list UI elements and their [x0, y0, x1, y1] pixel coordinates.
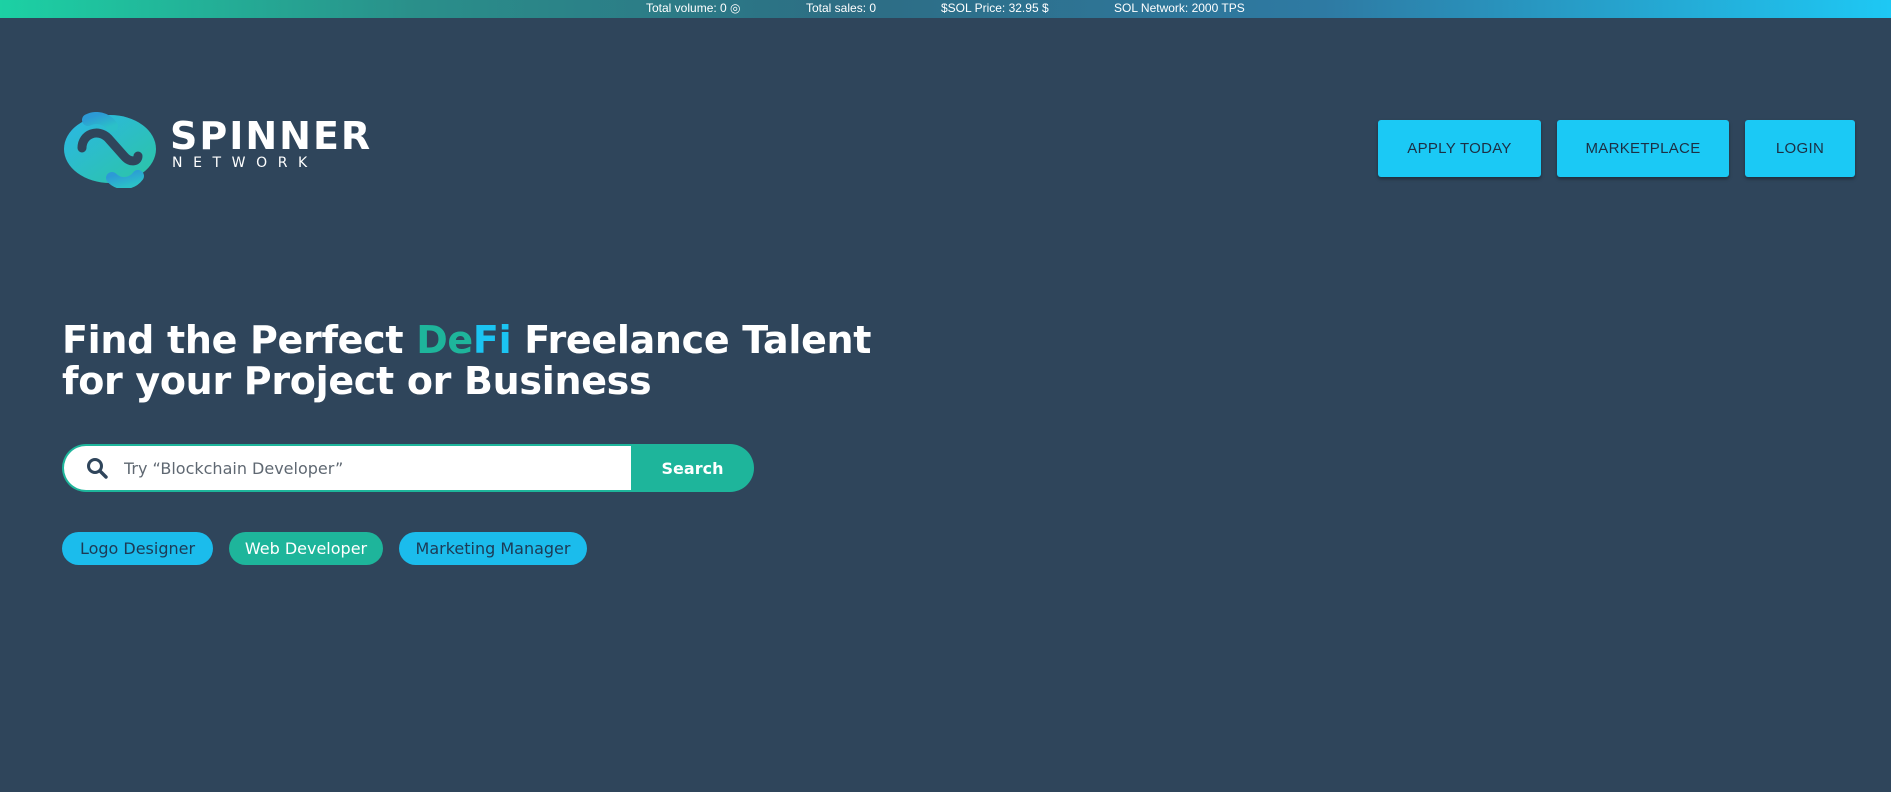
sol-network-stat: SOL Network: 2000 TPS	[1114, 1, 1245, 15]
search-input[interactable]	[120, 446, 628, 490]
apply-today-button[interactable]: APPLY TODAY	[1378, 120, 1541, 177]
total-volume-stat: Total volume: 0 ◎	[646, 1, 741, 15]
spinner-logo-icon	[64, 112, 156, 188]
headline-line-2: for your Project or Business	[62, 359, 652, 403]
total-sales-stat: Total sales: 0	[806, 1, 877, 15]
sol-price-stat: $SOL Price: 32.95 $	[941, 1, 1049, 15]
headline-fi: Fi	[472, 318, 512, 362]
tag-logo-designer[interactable]: Logo Designer	[62, 532, 213, 565]
headline-text-start: Find the Perfect	[62, 318, 417, 362]
search-field-wrapper[interactable]	[64, 446, 631, 490]
search-icon	[87, 458, 108, 479]
hero-headline: Find the Perfect DeFi Freelance Talent f…	[62, 320, 871, 402]
headline-de: De	[416, 318, 473, 362]
logo-subtitle: NETWORK	[172, 155, 318, 171]
talent-search-bar: Search	[62, 444, 754, 492]
logo-wordmark: SPINNER	[170, 114, 373, 158]
stats-ticker-bar: Total volume: 0 ◎ Total sales: 0 $SOL Pr…	[0, 0, 1891, 18]
marketplace-button[interactable]: MARKETPLACE	[1557, 120, 1729, 177]
tag-marketing-manager[interactable]: Marketing Manager	[399, 532, 587, 565]
search-button[interactable]: Search	[631, 444, 754, 492]
site-logo[interactable]: SPINNER NETWORK	[62, 112, 372, 188]
headline-text-end: Freelance Talent	[511, 318, 872, 362]
tag-web-developer[interactable]: Web Developer	[229, 532, 383, 565]
login-button[interactable]: LOGIN	[1745, 120, 1855, 177]
